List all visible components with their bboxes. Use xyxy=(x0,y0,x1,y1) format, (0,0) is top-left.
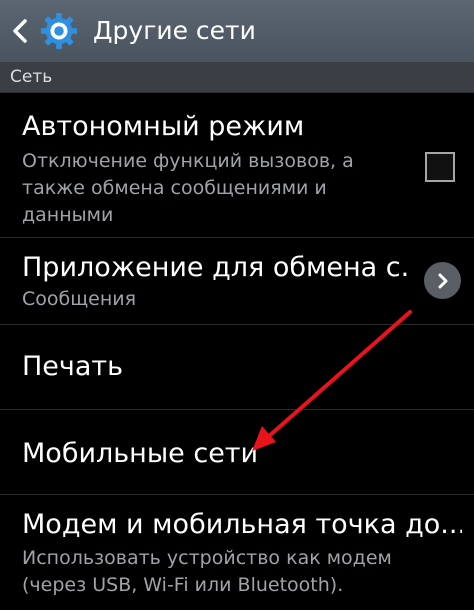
item-subtitle-line-2: также обмена сообщениями и xyxy=(22,177,327,199)
section-header-network: Сеть xyxy=(0,62,474,93)
item-title: Автономный режим xyxy=(22,111,305,142)
chevron-right-icon xyxy=(438,273,447,288)
list-item-airplane-mode[interactable]: Автономный режим Отключение функций вызо… xyxy=(0,93,474,238)
item-title: Приложение для обмена с... xyxy=(22,252,412,283)
list-item-mobile-networks[interactable]: Мобильные сети xyxy=(0,410,474,495)
gear-icon xyxy=(40,12,78,50)
section-label: Сеть xyxy=(10,67,53,87)
list-item-tethering-hotspot[interactable]: Модем и мобильная точка до... Использова… xyxy=(0,495,474,610)
messaging-app-chevron-button[interactable] xyxy=(424,262,461,299)
item-subtitle-line-1: Использовать устройство как модем xyxy=(22,547,392,569)
item-title: Модем и мобильная точка до... xyxy=(22,509,462,540)
list-item-messaging-app[interactable]: Приложение для обмена с... Сообщения xyxy=(0,238,474,325)
airplane-mode-checkbox[interactable] xyxy=(425,152,455,182)
item-subtitle-line-2: (через USB, Wi-Fi или Bluetooth). xyxy=(22,574,344,596)
page-title: Другие сети xyxy=(93,16,256,45)
item-title: Печать xyxy=(22,351,124,382)
item-subtitle: Сообщения xyxy=(22,288,137,310)
chevron-left-icon[interactable] xyxy=(10,18,30,44)
item-title: Мобильные сети xyxy=(22,438,259,469)
action-bar: Другие сети xyxy=(0,0,474,62)
item-subtitle-line-3: данными xyxy=(22,204,114,226)
item-subtitle-line-1: Отключение функций вызовов, а xyxy=(22,150,354,172)
list-item-print[interactable]: Печать xyxy=(0,325,474,410)
